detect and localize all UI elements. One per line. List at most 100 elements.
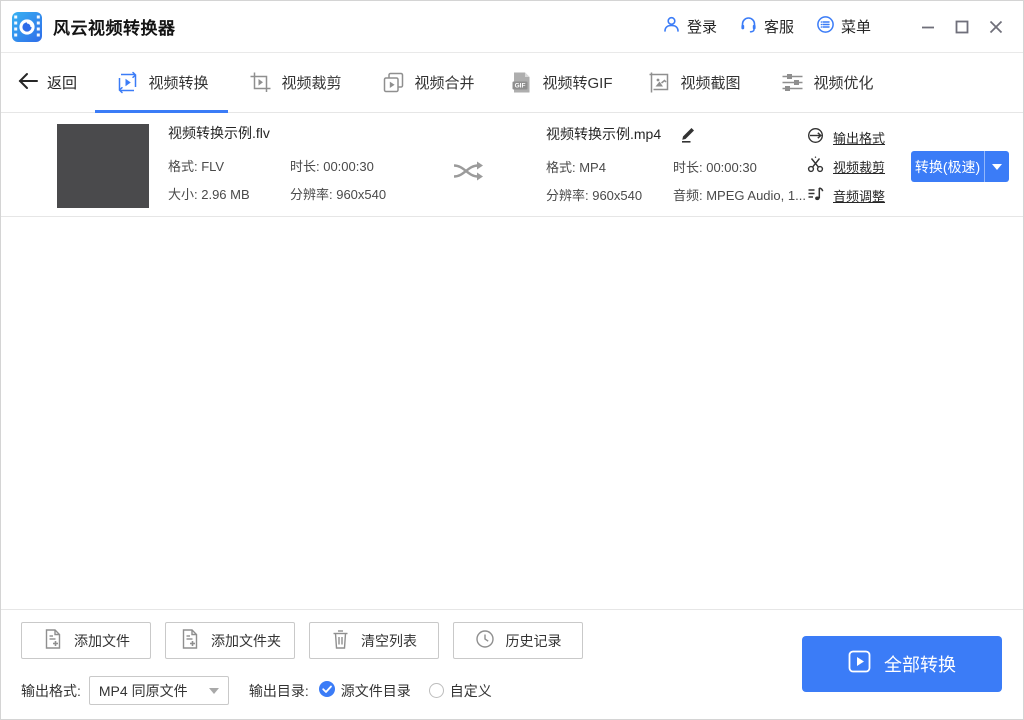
tab-label: 视频合并 (414, 75, 475, 92)
source-info-grid: 格式: FLV 时长: 00:00:30 大小: 2.96 MB 分辨率: 96… (168, 156, 453, 203)
output-format-field-label: 输出格式: (21, 682, 81, 699)
add-file-icon (42, 628, 63, 653)
video-convert-icon (115, 70, 140, 95)
gif-badge-text: GIF (514, 83, 525, 90)
video-crop-label: 视频裁剪 (833, 159, 886, 175)
video-crop-icon (248, 70, 273, 95)
output-format-icon (807, 127, 824, 147)
chevron-down-icon (992, 163, 1002, 170)
file-list-area (1, 217, 1023, 609)
source-file-info: 视频转换示例.flv 格式: FLV 时长: 00:00:30 大小: 2.96… (168, 124, 453, 203)
output-format-link[interactable]: 输出格式 (807, 127, 885, 147)
output-audio: 音频: MPEG Audio, 1... (673, 188, 806, 203)
person-icon (662, 15, 681, 38)
tab-label: 视频裁剪 (281, 75, 342, 92)
clock-icon (475, 629, 495, 652)
trash-icon (331, 629, 350, 653)
app-logo-icon (11, 11, 43, 43)
play-icon (848, 650, 871, 678)
music-note-icon (807, 185, 824, 205)
source-duration: 时长: 00:00:30 (290, 159, 374, 174)
radio-unchecked-icon (428, 683, 444, 698)
output-format-label: 输出格式 (833, 130, 886, 146)
radio-checked-icon (318, 681, 335, 700)
output-format: 格式: MP4 (546, 160, 606, 175)
select-caret-icon (208, 687, 219, 694)
output-duration: 时长: 00:00:30 (673, 160, 757, 175)
clear-list-button[interactable]: 清空列表 (309, 622, 439, 659)
output-file-info: 视频转换示例.mp4 格式: MP4 时长: 00:00:30 分辨率: 960… (546, 124, 806, 204)
convert-all-button[interactable]: 全部转换 (802, 636, 1002, 692)
footer-buttons: 添加文件 添加文件夹 清空列表 历史记录 (21, 622, 583, 659)
source-filename: 视频转换示例.flv (168, 125, 270, 141)
tab-video-crop[interactable]: 视频裁剪 (228, 53, 361, 112)
source-size: 大小: 2.96 MB (168, 187, 250, 202)
clear-list-label: 清空列表 (361, 632, 417, 649)
support-label: 客服 (763, 19, 794, 36)
tab-video-to-gif[interactable]: GIF 视频转GIF (494, 53, 627, 112)
radio-custom-dir[interactable]: 自定义 (428, 681, 492, 701)
tab-label: 视频转GIF (542, 75, 613, 92)
source-resolution: 分辨率: 960x540 (290, 187, 387, 202)
login-label: 登录 (686, 19, 717, 36)
video-crop-link[interactable]: 视频裁剪 (807, 156, 885, 176)
nav-bar: 返回 视频转换 视频裁剪 视频合并 GIF 视频转GIF 视频截图 视频优化 (1, 53, 1023, 113)
audio-adjust-link[interactable]: 音频调整 (807, 185, 885, 205)
add-file-label: 添加文件 (74, 632, 130, 649)
source-format: 格式: FLV (168, 159, 225, 174)
tab-video-merge[interactable]: 视频合并 (361, 53, 494, 112)
screenshot-icon (647, 70, 672, 95)
convert-fast-label: 转换(极速) (914, 158, 981, 175)
back-button[interactable]: 返回 (1, 53, 95, 112)
add-folder-icon (179, 628, 200, 653)
history-button[interactable]: 历史记录 (453, 622, 583, 659)
file-row[interactable]: 视频转换示例.flv 格式: FLV 时长: 00:00:30 大小: 2.96… (1, 113, 1023, 217)
back-arrow-icon (17, 72, 39, 94)
add-file-button[interactable]: 添加文件 (21, 622, 151, 659)
app-window: 风云视频转换器 登录 客服 菜单 返回 视频转换 视频裁剪 视频合并 GIF 视… (0, 0, 1024, 720)
window-controls (911, 12, 1013, 42)
add-folder-button[interactable]: 添加文件夹 (165, 622, 295, 659)
edit-pencil-icon[interactable] (678, 124, 698, 144)
tab-label: 视频转换 (148, 75, 209, 92)
bottom-bar: 添加文件 添加文件夹 清空列表 历史记录 输出格式: MP4 同原文件 输出目录… (1, 609, 1023, 719)
output-filename: 视频转换示例.mp4 (546, 125, 662, 142)
output-dir-field-label: 输出目录: (248, 682, 309, 699)
video-thumbnail (57, 124, 149, 208)
back-label: 返回 (47, 75, 78, 92)
output-resolution: 分辨率: 960x540 (546, 188, 643, 203)
tab-video-optimize[interactable]: 视频优化 (760, 53, 893, 112)
circle-list-icon (816, 15, 835, 38)
tab-label: 视频截图 (680, 75, 741, 92)
add-folder-label: 添加文件夹 (211, 632, 281, 649)
close-button[interactable] (979, 12, 1013, 42)
login-button[interactable]: 登录 (662, 15, 717, 38)
menu-button[interactable]: 菜单 (816, 15, 871, 38)
tab-video-convert[interactable]: 视频转换 (95, 53, 229, 113)
output-format-select[interactable]: MP4 同原文件 (88, 676, 229, 705)
scissors-icon (807, 156, 824, 176)
sliders-icon (780, 70, 805, 95)
gif-file-icon: GIF (509, 70, 534, 95)
support-button[interactable]: 客服 (739, 15, 794, 38)
radio-custom-dir-label: 自定义 (449, 682, 492, 699)
shuffle-arrows-icon (450, 157, 490, 185)
convert-fast-button[interactable]: 转换(极速) (911, 151, 1009, 182)
convert-all-label: 全部转换 (884, 655, 956, 675)
history-label: 历史记录 (505, 632, 562, 649)
minimize-button[interactable] (911, 12, 945, 42)
convert-dropdown-toggle[interactable] (984, 151, 1009, 182)
output-info-grid: 格式: MP4 时长: 00:00:30 分辨率: 960x540 音频: MP… (546, 157, 806, 204)
video-merge-icon (381, 70, 406, 95)
output-format-value: MP4 同原文件 (98, 682, 188, 699)
app-title: 风云视频转换器 (53, 19, 176, 38)
row-actions: 输出格式 视频裁剪 音频调整 (807, 127, 885, 205)
radio-source-dir[interactable]: 源文件目录 (318, 681, 411, 701)
maximize-button[interactable] (945, 12, 979, 42)
output-options: 输出格式: MP4 同原文件 输出目录: 源文件目录 自定义 (21, 676, 492, 705)
audio-adjust-label: 音频调整 (833, 188, 886, 204)
tab-label: 视频优化 (813, 75, 874, 92)
tab-video-screenshot[interactable]: 视频截图 (627, 53, 760, 112)
menu-label: 菜单 (840, 19, 871, 36)
nav-tabs: 视频转换 视频裁剪 视频合并 GIF 视频转GIF 视频截图 视频优化 (95, 53, 893, 113)
